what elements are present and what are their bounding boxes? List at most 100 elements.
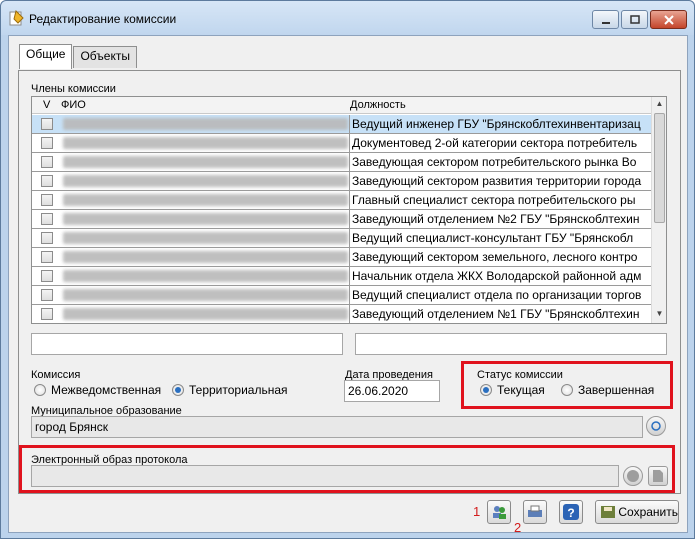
help-icon: ? [563, 504, 579, 520]
commission-territorial-radio[interactable]: Территориальная [172, 383, 288, 397]
tab-general[interactable]: Общие [19, 44, 73, 69]
row-name-redacted [63, 289, 348, 301]
maximize-button[interactable] [621, 10, 648, 29]
row-checkbox[interactable] [41, 213, 53, 225]
row-checkbox[interactable] [41, 156, 53, 168]
column-divider [349, 191, 350, 210]
protocol-highlight-box [19, 445, 675, 493]
grid-vertical-scrollbar[interactable]: ▲ ▼ [651, 97, 666, 323]
row-position: Заведующий отделением №2 ГБУ "Брянскоблт… [352, 212, 640, 226]
row-name-redacted [63, 213, 348, 225]
column-divider [349, 172, 350, 191]
row-name-redacted [63, 232, 348, 244]
table-row[interactable]: Ведущий инженер ГБУ "Брянскоблтехинвента… [32, 115, 651, 134]
table-row[interactable]: Заведующий сектором земельного, лесного … [32, 248, 651, 267]
row-checkbox[interactable] [41, 194, 53, 206]
row-position: Документовед 2-ой категории сектора потр… [352, 136, 638, 150]
column-divider [349, 305, 350, 323]
row-name-redacted [63, 270, 348, 282]
table-row[interactable]: Главный специалист сектора потребительск… [32, 191, 651, 210]
commission-interdepartmental-radio[interactable]: Межведомственная [34, 383, 161, 397]
filter-position-field[interactable] [355, 333, 667, 355]
annotation-marker-1: 1 [473, 504, 481, 519]
table-row[interactable]: Начальник отдела ЖКХ Володарской районно… [32, 267, 651, 286]
row-position: Начальник отдела ЖКХ Володарской районно… [352, 269, 642, 283]
window-title: Редактирование комиссии [29, 12, 177, 26]
grid-header: V ФИО Должность [32, 97, 651, 114]
row-position: Заведующий отделением №1 ГБУ "Брянскоблт… [352, 307, 640, 321]
print-button[interactable] [523, 500, 547, 524]
column-divider [349, 286, 350, 305]
column-divider [349, 210, 350, 229]
table-row[interactable]: Заведующий отделением №2 ГБУ "Брянскоблт… [32, 210, 651, 229]
row-checkbox[interactable] [41, 175, 53, 187]
save-icon [601, 506, 615, 518]
save-label: Сохранить [618, 505, 678, 519]
users-icon [493, 506, 506, 519]
radio-dot-icon [34, 384, 46, 396]
column-divider [349, 134, 350, 153]
scroll-down-arrow-icon[interactable]: ▼ [654, 309, 665, 321]
close-icon [663, 14, 674, 25]
scroll-up-arrow-icon[interactable]: ▲ [654, 99, 665, 111]
lookup-icon [651, 421, 661, 431]
tab-strip: Общие Объекты [19, 44, 138, 69]
edit-commission-window: Редактирование комиссии Общие Объекты Чл… [0, 0, 695, 539]
col-check-header[interactable]: V [43, 99, 50, 111]
municipality-field[interactable]: город Брянск [31, 416, 643, 438]
members-label: Члены комиссии [31, 83, 116, 95]
row-checkbox[interactable] [41, 289, 53, 301]
table-row[interactable]: Ведущий специалист-консультант ГБУ "Брян… [32, 229, 651, 248]
radio-dot-selected-icon [172, 384, 184, 396]
table-row[interactable]: Документовед 2-ой категории сектора потр… [32, 134, 651, 153]
column-divider [349, 153, 350, 172]
svg-text:?: ? [567, 506, 574, 520]
tab-objects[interactable]: Объекты [73, 46, 137, 68]
help-button[interactable]: ? [559, 500, 583, 524]
row-position: Заведующий сектором земельного, лесного … [352, 250, 638, 264]
row-checkbox[interactable] [41, 232, 53, 244]
tab-panel-general: Члены комиссии V ФИО Должность Ведущий и… [18, 70, 681, 494]
members-button[interactable] [487, 500, 511, 524]
members-grid[interactable]: V ФИО Должность Ведущий инженер ГБУ "Бря… [31, 96, 667, 324]
col-name-header[interactable]: ФИО [61, 99, 86, 111]
filter-name-field[interactable] [31, 333, 343, 355]
row-name-redacted [63, 251, 348, 263]
col-position-header[interactable]: Должность [350, 99, 406, 111]
row-name-redacted [63, 194, 348, 206]
row-name-redacted [63, 118, 348, 130]
scroll-thumb[interactable] [654, 113, 665, 223]
commission-type-label: Комиссия [31, 369, 81, 381]
row-name-redacted [63, 156, 348, 168]
status-highlight-box [461, 361, 673, 409]
table-row[interactable]: Заведующий сектором развития территории … [32, 172, 651, 191]
table-row[interactable]: Заведующая сектором потребительского рын… [32, 153, 651, 172]
column-divider [349, 115, 350, 134]
row-name-redacted [63, 175, 348, 187]
save-button[interactable]: Сохранить [595, 500, 679, 524]
row-name-redacted [63, 308, 348, 320]
app-icon [9, 10, 24, 26]
row-position: Ведущий специалист отдела по организации… [352, 288, 642, 302]
row-checkbox[interactable] [41, 270, 53, 282]
row-checkbox[interactable] [41, 251, 53, 263]
column-divider [349, 229, 350, 248]
select-municipality-button[interactable] [646, 416, 666, 436]
printer-icon [528, 505, 542, 517]
row-position: Ведущий специалист-консультант ГБУ "Брян… [352, 231, 634, 245]
close-button[interactable] [650, 10, 687, 29]
column-divider [349, 267, 350, 286]
commission-territorial-label: Территориальная [189, 383, 288, 397]
annotation-marker-2: 2 [514, 520, 522, 535]
table-row[interactable]: Заведующий отделением №1 ГБУ "Брянскоблт… [32, 305, 651, 323]
row-checkbox[interactable] [41, 118, 53, 130]
row-name-redacted [63, 137, 348, 149]
date-field[interactable]: 26.06.2020 [344, 380, 440, 402]
row-position: Главный специалист сектора потребительск… [352, 193, 636, 207]
minimize-button[interactable] [592, 10, 619, 29]
table-row[interactable]: Ведущий специалист отдела по организации… [32, 286, 651, 305]
minimize-icon [601, 21, 610, 24]
row-checkbox[interactable] [41, 137, 53, 149]
title-bar: Редактирование комиссии [1, 1, 694, 35]
row-checkbox[interactable] [41, 308, 53, 320]
